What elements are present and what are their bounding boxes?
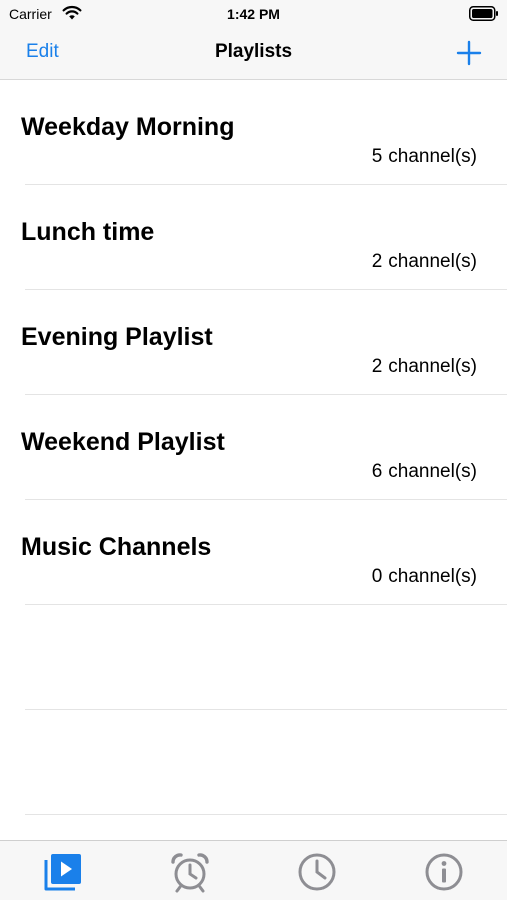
plus-icon — [456, 40, 482, 66]
channel-count: 0 channel(s) — [372, 566, 477, 588]
tab-history[interactable] — [296, 851, 338, 893]
status-bar: Carrier 1:42 PM — [0, 0, 507, 28]
playlist-title: Weekend Playlist — [21, 428, 225, 456]
empty-row — [0, 710, 507, 815]
playlist-row[interactable]: Lunch time 2 channel(s) — [0, 185, 507, 290]
tab-playlists[interactable] — [42, 851, 84, 893]
playlist-play-icon — [44, 854, 81, 891]
playlist-row[interactable]: Evening Playlist 2 channel(s) — [0, 290, 507, 395]
tab-bar — [0, 840, 507, 900]
channel-count-number: 2 — [371, 251, 383, 272]
playlist-row[interactable]: Weekday Morning 5 channel(s) — [0, 80, 507, 185]
info-icon — [425, 853, 463, 891]
alarm-clock-icon — [171, 853, 209, 893]
channel-count-suffix: channel(s) — [388, 356, 477, 377]
add-playlist-button[interactable] — [456, 40, 482, 66]
playlist-title: Music Channels — [21, 533, 212, 561]
playlist-title: Lunch time — [21, 218, 155, 246]
empty-row — [0, 605, 507, 710]
channel-count-suffix: channel(s) — [388, 146, 477, 167]
channel-count: 2 channel(s) — [372, 356, 477, 378]
tab-alarms[interactable] — [169, 851, 211, 893]
channel-count: 2 channel(s) — [372, 251, 477, 273]
page-title: Playlists — [214, 41, 293, 62]
channel-count-number: 5 — [371, 146, 383, 167]
battery-icon — [469, 6, 498, 21]
channel-count-suffix: channel(s) — [388, 461, 477, 482]
clock-icon — [298, 853, 336, 891]
channel-count-number: 0 — [371, 566, 383, 587]
playlist-list: Weekday Morning 5 channel(s) Lunch time 2… — [0, 80, 507, 815]
playlist-row[interactable]: Weekend Playlist 6 channel(s) — [0, 395, 507, 500]
channel-count-suffix: channel(s) — [388, 251, 477, 272]
row-separator — [25, 814, 507, 815]
playlist-row[interactable]: Music Channels 0 channel(s) — [0, 500, 507, 605]
channel-count: 6 channel(s) — [372, 461, 477, 483]
channel-count: 5 channel(s) — [372, 146, 477, 168]
playlist-title: Evening Playlist — [21, 323, 213, 351]
screen: Carrier 1:42 PM Edit Playlists Weekday M… — [0, 0, 507, 900]
navigation-bar: Edit Playlists — [0, 28, 507, 80]
channel-count-number: 6 — [371, 461, 383, 482]
channel-count-suffix: channel(s) — [388, 566, 477, 587]
tab-info[interactable] — [423, 851, 465, 893]
channel-count-number: 2 — [371, 356, 383, 377]
playlist-title: Weekday Morning — [21, 113, 235, 141]
status-time: 1:42 PM — [227, 6, 280, 22]
